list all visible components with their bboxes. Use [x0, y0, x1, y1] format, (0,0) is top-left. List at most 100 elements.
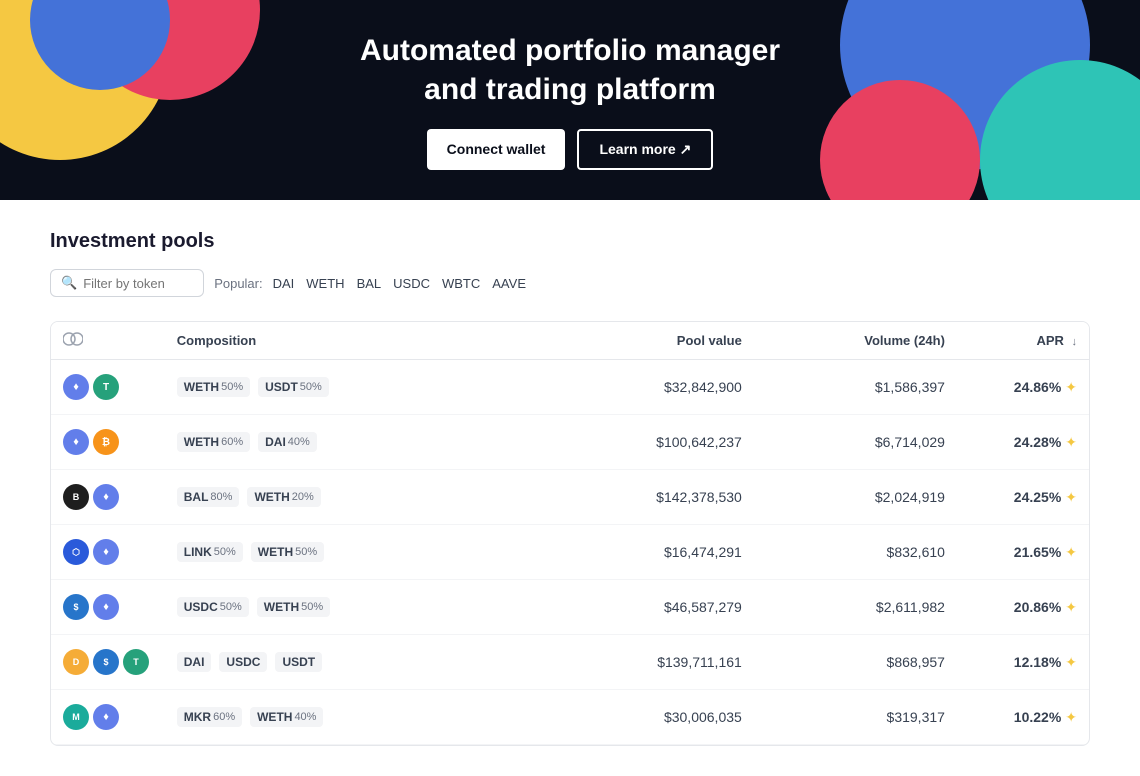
link-icon: ⬡ — [63, 539, 89, 565]
eth-icon: ♦ — [93, 484, 119, 510]
pool-icons-cell: B ♦ — [51, 470, 165, 525]
star-icon: ✦ — [1065, 654, 1077, 670]
eth-icon: ♦ — [93, 539, 119, 565]
pools-table: Composition Pool value Volume (24h) APR … — [51, 322, 1089, 745]
table-row[interactable]: $ ♦ USDC 50% WETH 50% $46,587,279 $2,611… — [51, 580, 1089, 635]
section-title: Investment pools — [50, 230, 1090, 253]
token-badge-dai: DAI — [177, 652, 212, 672]
hero-buttons: Connect wallet Learn more ↗ — [427, 129, 714, 170]
eth-icon: ♦ — [63, 429, 89, 455]
pool-value: $30,006,035 — [551, 690, 754, 745]
content-section: Investment pools 🔍 Popular: DAI WETH BAL… — [0, 200, 1140, 776]
token-badge-mkr: MKR 60% — [177, 707, 242, 727]
table-row[interactable]: D $ T DAI USDC USDT $139,711,161 $868, — [51, 635, 1089, 690]
token-badge-bal: BAL 80% — [177, 487, 240, 507]
volume-24h: $2,611,982 — [754, 580, 957, 635]
usdt-icon: T — [123, 649, 149, 675]
star-icon: ✦ — [1065, 599, 1077, 615]
eth-icon: ♦ — [63, 374, 89, 400]
col-header-pool-value: Pool value — [551, 322, 754, 360]
token-badge-usdt: USDT — [275, 652, 322, 672]
popular-tokens: DAI WETH BAL USDC WBTC AAVE — [273, 276, 526, 291]
usdc-icon: $ — [63, 594, 89, 620]
token-badge-weth: WETH 50% — [251, 542, 324, 562]
composition-cell: BAL 80% WETH 20% — [165, 470, 551, 525]
apr-value: 24.28%✦ — [957, 415, 1089, 470]
apr-value: 24.25%✦ — [957, 470, 1089, 525]
token-badge-link: LINK 50% — [177, 542, 243, 562]
popular-token-usdc[interactable]: USDC — [393, 276, 430, 291]
hero-title: Automated portfolio manager and trading … — [360, 31, 780, 109]
token-badge-usdc: USDC 50% — [177, 597, 249, 617]
pool-icons-cell: ♦ ₿ — [51, 415, 165, 470]
eth-icon: ♦ — [93, 594, 119, 620]
table-row[interactable]: ♦ ₿ WETH 60% DAI 40% $100,642,237 $6,714… — [51, 415, 1089, 470]
col-header-volume: Volume (24h) — [754, 322, 957, 360]
composition-cell: MKR 60% WETH 40% — [165, 690, 551, 745]
token-badge-dai: DAI 40% — [258, 432, 317, 452]
mkr-icon: M — [63, 704, 89, 730]
table-row[interactable]: ♦ T WETH 50% USDT 50% $32,842,900 $1,586… — [51, 360, 1089, 415]
pools-table-wrapper: Composition Pool value Volume (24h) APR … — [50, 321, 1090, 746]
table-row[interactable]: ⬡ ♦ LINK 50% WETH 50% $16,474,291 $832,6… — [51, 525, 1089, 580]
pool-value: $16,474,291 — [551, 525, 754, 580]
dai-icon: D — [63, 649, 89, 675]
volume-24h: $319,317 — [754, 690, 957, 745]
composition-cell: USDC 50% WETH 50% — [165, 580, 551, 635]
pool-icons-cell: D $ T — [51, 635, 165, 690]
sort-icon: ↓ — [1072, 336, 1078, 348]
pool-icons-cell: M ♦ — [51, 690, 165, 745]
pool-value: $100,642,237 — [551, 415, 754, 470]
star-icon: ✦ — [1065, 544, 1077, 560]
popular-token-bal[interactable]: BAL — [357, 276, 382, 291]
col-header-composition: Composition — [165, 322, 551, 360]
star-icon: ✦ — [1065, 709, 1077, 725]
filter-bar: 🔍 Popular: DAI WETH BAL USDC WBTC AAVE — [50, 269, 1090, 297]
pool-value: $139,711,161 — [551, 635, 754, 690]
token-badge-usdc: USDC — [219, 652, 267, 672]
star-icon: ✦ — [1065, 489, 1077, 505]
apr-value: 12.18%✦ — [957, 635, 1089, 690]
btc-icon: ₿ — [93, 429, 119, 455]
usdc-icon: $ — [93, 649, 119, 675]
col-header-apr[interactable]: APR ↓ — [957, 322, 1089, 360]
pool-value: $142,378,530 — [551, 470, 754, 525]
filter-input-wrapper[interactable]: 🔍 — [50, 269, 204, 297]
popular-token-aave[interactable]: AAVE — [492, 276, 526, 291]
composition-cell: WETH 50% USDT 50% — [165, 360, 551, 415]
popular-token-weth[interactable]: WETH — [306, 276, 344, 291]
composition-cell: LINK 50% WETH 50% — [165, 525, 551, 580]
apr-value: 10.22%✦ — [957, 690, 1089, 745]
token-badge-weth: WETH 50% — [177, 377, 250, 397]
apr-value: 21.65%✦ — [957, 525, 1089, 580]
composition-cell: DAI USDC USDT — [165, 635, 551, 690]
filter-input[interactable] — [83, 276, 193, 291]
volume-24h: $2,024,919 — [754, 470, 957, 525]
table-row[interactable]: B ♦ BAL 80% WETH 20% $142,378,530 $2,024… — [51, 470, 1089, 525]
table-header-row: Composition Pool value Volume (24h) APR … — [51, 322, 1089, 360]
token-badge-weth: WETH 40% — [250, 707, 323, 727]
volume-24h: $832,610 — [754, 525, 957, 580]
apr-value: 24.86%✦ — [957, 360, 1089, 415]
popular-token-dai[interactable]: DAI — [273, 276, 295, 291]
table-row[interactable]: M ♦ MKR 60% WETH 40% $30,006,035 $319,31… — [51, 690, 1089, 745]
star-icon: ✦ — [1065, 434, 1077, 450]
pool-icons-cell: ⬡ ♦ — [51, 525, 165, 580]
token-badge-weth: WETH 20% — [247, 487, 320, 507]
pool-value: $32,842,900 — [551, 360, 754, 415]
pool-icons-cell: $ ♦ — [51, 580, 165, 635]
eth-icon: ♦ — [93, 704, 119, 730]
popular-token-wbtc[interactable]: WBTC — [442, 276, 480, 291]
token-badge-usdt: USDT 50% — [258, 377, 329, 397]
search-icon: 🔍 — [61, 275, 77, 291]
col-header-icons — [51, 322, 165, 360]
star-icon: ✦ — [1065, 379, 1077, 395]
popular-label: Popular: — [214, 276, 262, 291]
apr-value: 20.86%✦ — [957, 580, 1089, 635]
learn-more-button[interactable]: Learn more ↗ — [577, 129, 713, 170]
connect-wallet-button[interactable]: Connect wallet — [427, 129, 566, 170]
bal-icon: B — [63, 484, 89, 510]
pool-value: $46,587,279 — [551, 580, 754, 635]
pool-icons-cell: ♦ T — [51, 360, 165, 415]
volume-24h: $6,714,029 — [754, 415, 957, 470]
